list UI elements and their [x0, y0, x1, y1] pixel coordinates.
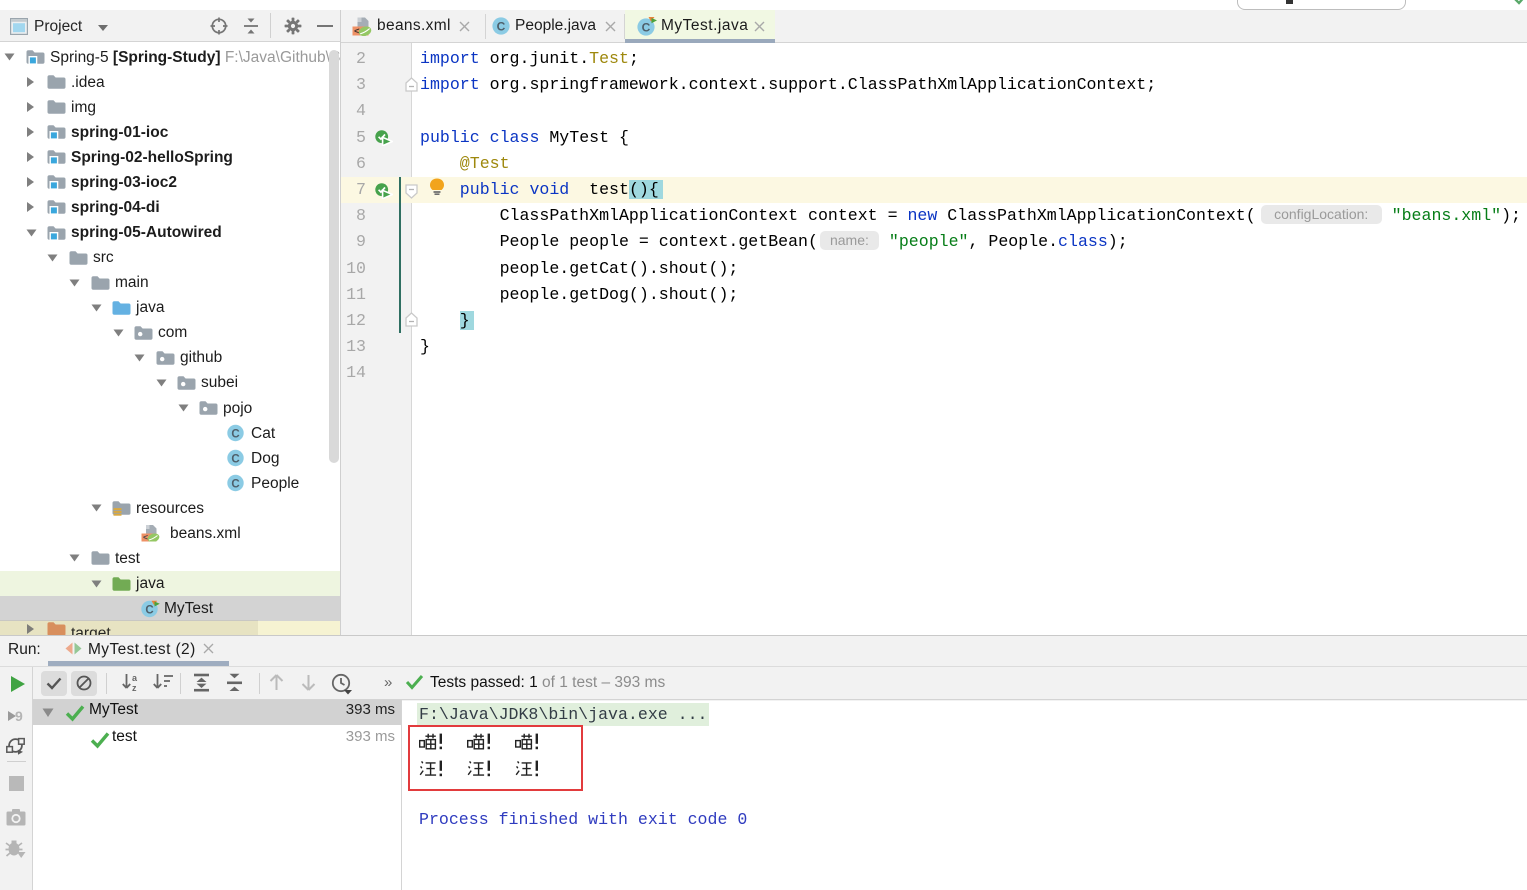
svg-text:C: C [497, 20, 506, 34]
svg-text:z: z [132, 683, 137, 693]
svg-text:C: C [145, 604, 153, 616]
svg-text:C: C [642, 21, 651, 35]
svg-text:9: 9 [15, 708, 23, 724]
svg-text:C: C [232, 429, 240, 441]
svg-text:C: C [232, 454, 240, 466]
svg-text:<: < [143, 533, 148, 542]
svg-text:C: C [232, 479, 240, 491]
svg-text:a: a [132, 673, 138, 683]
